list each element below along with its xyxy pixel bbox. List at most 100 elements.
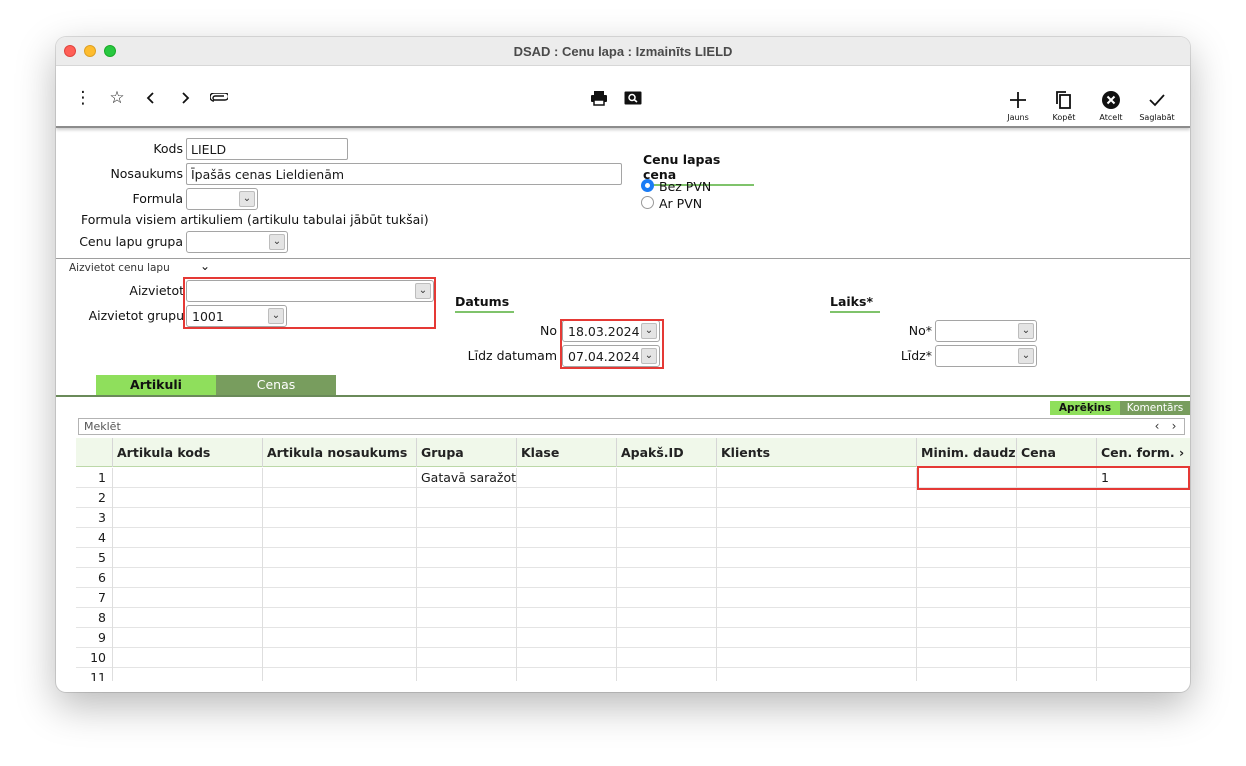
table-cell[interactable] <box>517 648 617 668</box>
table-cell[interactable] <box>717 628 917 648</box>
search-input[interactable]: Meklēt ‹ › <box>78 418 1185 435</box>
table-cell[interactable] <box>1097 588 1190 608</box>
table-cell[interactable] <box>1017 548 1097 568</box>
table-cell[interactable] <box>1097 648 1190 668</box>
table-cell[interactable] <box>617 628 717 648</box>
tab-cenas[interactable]: Cenas <box>216 375 336 395</box>
table-cell[interactable] <box>113 648 263 668</box>
table-cell[interactable] <box>517 668 617 681</box>
table-cell[interactable] <box>113 548 263 568</box>
chevron-down-icon[interactable]: ⌄ <box>200 259 210 273</box>
table-cell[interactable] <box>917 588 1017 608</box>
save-button[interactable]: Saglabāt <box>1137 90 1177 122</box>
next-record-icon[interactable] <box>175 88 195 108</box>
table-cell[interactable] <box>263 608 417 628</box>
table-cell[interactable] <box>1097 628 1190 648</box>
table-cell[interactable] <box>1097 548 1190 568</box>
table-row[interactable]: 3 <box>76 508 1190 528</box>
table-row[interactable]: 10 <box>76 648 1190 668</box>
table-row[interactable]: 11 <box>76 668 1190 681</box>
column-header-klients[interactable]: Klients <box>717 438 917 467</box>
table-cell[interactable] <box>617 568 717 588</box>
table-cell[interactable] <box>917 568 1017 588</box>
table-cell[interactable] <box>1097 488 1190 508</box>
column-header-klase[interactable]: Klase <box>517 438 617 467</box>
table-cell[interactable] <box>113 468 263 488</box>
table-cell[interactable] <box>417 528 517 548</box>
table-cell[interactable] <box>1097 608 1190 628</box>
time-lidz-select[interactable]: ⌄ <box>935 345 1037 367</box>
new-button[interactable]: Jauns <box>998 90 1038 122</box>
table-cell[interactable] <box>717 528 917 548</box>
table-cell[interactable] <box>1097 508 1190 528</box>
previous-record-icon[interactable] <box>141 88 161 108</box>
table-cell[interactable] <box>263 548 417 568</box>
table-cell[interactable] <box>717 648 917 668</box>
table-cell[interactable] <box>263 568 417 588</box>
table-cell[interactable] <box>517 468 617 488</box>
table-cell[interactable] <box>917 648 1017 668</box>
ar-pvn-radio[interactable] <box>641 196 654 209</box>
table-cell[interactable] <box>113 508 263 528</box>
table-cell[interactable] <box>517 488 617 508</box>
table-cell[interactable] <box>617 508 717 528</box>
table-cell[interactable] <box>1097 568 1190 588</box>
attachment-icon[interactable] <box>209 88 229 108</box>
copy-button[interactable]: Kopēt <box>1044 90 1084 122</box>
table-cell[interactable] <box>517 608 617 628</box>
table-cell[interactable] <box>113 568 263 588</box>
column-header-minim-daudz[interactable]: Minim. daudz. <box>917 438 1017 467</box>
table-cell[interactable] <box>917 508 1017 528</box>
scroll-left-icon[interactable]: ‹ <box>1150 420 1164 433</box>
nosaukums-input[interactable]: Īpašās cenas Lieldienām <box>186 163 622 185</box>
table-cell[interactable] <box>263 528 417 548</box>
table-row[interactable]: 5 <box>76 548 1190 568</box>
cancel-button[interactable]: Atcelt <box>1091 90 1131 122</box>
table-row[interactable]: 2 <box>76 488 1190 508</box>
table-cell[interactable] <box>113 488 263 508</box>
table-cell[interactable] <box>1017 608 1097 628</box>
table-cell[interactable] <box>617 468 717 488</box>
table-cell[interactable] <box>517 528 617 548</box>
table-cell[interactable] <box>263 668 417 681</box>
scroll-columns-right-icon[interactable]: › <box>1177 438 1190 467</box>
column-header-apaks-id[interactable]: Apakš.ID <box>617 438 717 467</box>
scroll-right-icon[interactable]: › <box>1167 420 1181 433</box>
table-cell[interactable] <box>917 628 1017 648</box>
table-cell[interactable] <box>617 588 717 608</box>
table-cell[interactable] <box>517 588 617 608</box>
table-cell[interactable] <box>1017 488 1097 508</box>
column-header-cena[interactable]: Cena <box>1017 438 1097 467</box>
table-cell[interactable] <box>417 608 517 628</box>
formula-select[interactable]: ⌄ <box>186 188 258 210</box>
table-cell[interactable] <box>1017 668 1097 681</box>
table-cell[interactable] <box>517 508 617 528</box>
table-cell[interactable] <box>1017 588 1097 608</box>
subtab-komentars[interactable]: Komentārs <box>1120 401 1190 415</box>
table-cell[interactable] <box>417 648 517 668</box>
subtab-aprekins[interactable]: Aprēķins <box>1050 401 1120 415</box>
preview-icon[interactable] <box>623 88 643 108</box>
table-cell[interactable] <box>717 668 917 681</box>
table-cell[interactable] <box>717 608 917 628</box>
table-cell[interactable] <box>1097 528 1190 548</box>
favorite-star-icon[interactable]: ☆ <box>107 88 127 108</box>
table-cell[interactable] <box>717 488 917 508</box>
table-cell[interactable] <box>1097 668 1190 681</box>
table-cell[interactable] <box>417 628 517 648</box>
kods-input[interactable]: LIELD <box>186 138 348 160</box>
column-header-artikula-nosaukums[interactable]: Artikula nosaukums <box>263 438 417 467</box>
table-cell[interactable] <box>263 628 417 648</box>
table-row[interactable]: 9 <box>76 628 1190 648</box>
table-cell[interactable] <box>113 528 263 548</box>
time-no-select[interactable]: ⌄ <box>935 320 1037 342</box>
table-cell[interactable] <box>717 468 917 488</box>
table-cell[interactable] <box>517 628 617 648</box>
tab-artikuli[interactable]: Artikuli <box>96 375 216 395</box>
table-cell[interactable] <box>517 548 617 568</box>
table-cell[interactable] <box>917 608 1017 628</box>
table-cell[interactable] <box>113 628 263 648</box>
table-cell[interactable] <box>917 668 1017 681</box>
table-cell[interactable] <box>1017 648 1097 668</box>
table-cell[interactable] <box>113 608 263 628</box>
